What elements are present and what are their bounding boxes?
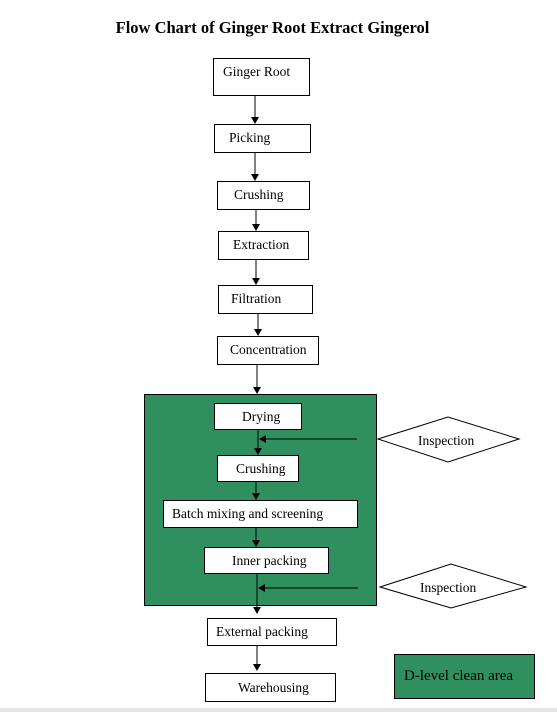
step-label: Concentration (230, 342, 307, 357)
inspection-label-1: Inspection (418, 433, 475, 448)
step-crushing-1: Crushing (217, 181, 310, 210)
legend-label: D-level clean area (404, 668, 514, 684)
step-label: Warehousing (238, 680, 309, 695)
step-external-packing: External packing (207, 618, 337, 646)
step-inner-packing: Inner packing (204, 547, 329, 574)
step-label: Ginger Root (223, 64, 291, 79)
step-label: Extraction (233, 237, 290, 252)
step-label: Picking (229, 130, 271, 145)
step-label: External packing (216, 624, 308, 639)
step-concentration: Concentration (217, 336, 319, 365)
step-warehousing: Warehousing (205, 673, 336, 702)
step-extraction: Extraction (218, 231, 309, 260)
legend-d-level-clean-area: D-level clean area (394, 654, 535, 699)
bottom-border (0, 708, 557, 712)
step-ginger-root: Ginger Root (213, 58, 310, 96)
step-label: Crushing (234, 187, 284, 202)
step-crushing-2: Crushing (217, 455, 299, 482)
step-filtration: Filtration (218, 285, 313, 314)
step-label: Inner packing (232, 553, 307, 568)
step-picking: Picking (214, 124, 311, 153)
step-label: Filtration (231, 291, 282, 306)
step-label: Crushing (236, 461, 286, 476)
inspection-label-2: Inspection (420, 580, 477, 595)
step-drying: Drying (214, 403, 302, 430)
step-batch-mixing: Batch mixing and screening (163, 500, 358, 528)
step-label: Batch mixing and screening (172, 506, 324, 521)
step-label: Drying (242, 409, 281, 424)
